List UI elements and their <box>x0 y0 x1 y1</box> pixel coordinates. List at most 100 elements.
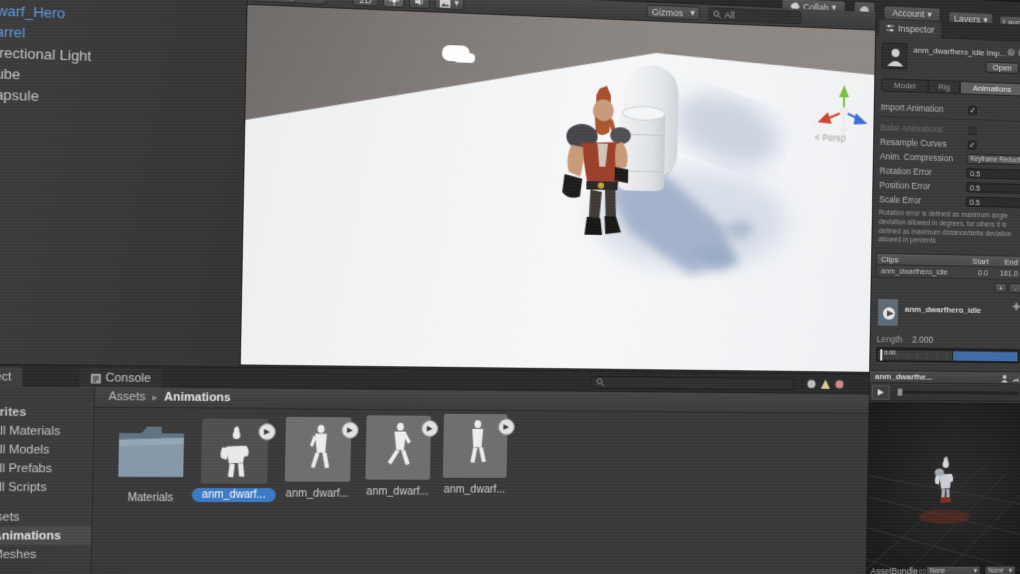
chevron-down-icon: ▾ <box>690 7 695 18</box>
inspector-header-icons: ? <box>1007 48 1020 57</box>
hierarchy-panel: ▾ Untitled* ▾≡ Main Camera ▸Dwarf_Hero ▸… <box>0 0 249 367</box>
play-badge-icon[interactable]: ▶ <box>421 419 439 438</box>
chevron-down-icon: ▾ <box>927 8 932 20</box>
asset-anm-dwarf-1[interactable]: ▶ <box>200 418 277 484</box>
tree-all-prefabs[interactable]: All Prefabs <box>0 459 93 478</box>
asset-thumbnail <box>881 42 908 70</box>
asset-anm-dwarf-2[interactable]: ▶ <box>284 416 359 482</box>
bake-animations-checkbox[interactable] <box>967 125 977 136</box>
info-badge-icon[interactable] <box>807 379 816 389</box>
add-clip-button[interactable]: + <box>994 282 1008 294</box>
scale-error-field[interactable]: 0.5 <box>965 196 1020 209</box>
gizmos-dropdown[interactable]: Gizmos ▾ <box>646 4 701 21</box>
resample-curves-checkbox[interactable]: ✓ <box>967 139 977 150</box>
lighting-toggle[interactable] <box>382 0 405 9</box>
chevron-down-icon: ▾ <box>316 0 321 4</box>
tree-all-materials[interactable]: All Materials <box>0 421 93 441</box>
effects-dropdown[interactable]: ▾ <box>434 0 465 11</box>
dwarf-character[interactable] <box>548 81 655 247</box>
timeline-start-label: 0:00 <box>884 350 896 357</box>
breadcrumb-separator-icon: ▸ <box>152 391 158 403</box>
sun-icon <box>389 0 399 6</box>
gear-icon[interactable] <box>1012 302 1020 310</box>
play-button[interactable]: ▶ <box>871 384 890 400</box>
avatar-icon[interactable] <box>1001 374 1009 383</box>
preview-scrub-slider[interactable] <box>895 388 1019 396</box>
unity-editor-window: ▾ Untitled* ▾≡ Main Camera ▸Dwarf_Hero ▸… <box>0 0 1020 574</box>
length-row: Length 2.000 <box>876 333 934 345</box>
asset-anm-dwarf-3[interactable]: ▶ <box>365 415 439 480</box>
tab-inspector[interactable]: Inspector <box>879 19 942 39</box>
import-animation-checkbox[interactable]: ✓ <box>968 105 978 115</box>
breadcrumb-assets[interactable]: Assets <box>108 390 145 403</box>
timeline-cursor[interactable] <box>880 349 883 361</box>
help-icon[interactable]: ? <box>1007 48 1015 57</box>
console-status-icons <box>807 379 844 389</box>
clip-row[interactable]: anm_dwarfhero_idle 0.0 161.0 <box>875 264 1020 281</box>
tree-meshes[interactable]: ▸ Meshes <box>0 545 91 564</box>
error-badge-icon[interactable] <box>835 380 844 389</box>
image-icon <box>439 0 451 8</box>
warning-badge-icon[interactable] <box>820 379 831 389</box>
audio-toggle[interactable] <box>408 0 431 10</box>
tab-rig[interactable]: Rig <box>928 79 961 95</box>
clip-name: anm_dwarfhero_idle <box>904 304 982 316</box>
scene-search-input[interactable]: All <box>708 7 802 25</box>
inspector-panel: Inspector anm_dwarfhero_idle Import Sett… <box>865 18 1020 574</box>
clip-add-remove: + - <box>994 282 1020 294</box>
clip-timeline[interactable]: 0:00 <box>876 347 1020 364</box>
tree-animations[interactable]: ▸ Animations <box>0 526 92 546</box>
tab-project[interactable]: Project <box>0 366 24 388</box>
asset-anm-dwarf-1-label[interactable]: anm_dwarf... <box>191 487 276 503</box>
distant-mesh <box>441 44 470 62</box>
scrub-handle[interactable] <box>897 388 903 396</box>
shading-mode-dropdown[interactable]: Shaded▾ <box>254 0 327 5</box>
play-badge-icon[interactable]: ▶ <box>258 423 277 441</box>
assetbundle-dropdown[interactable]: None ▾ <box>925 565 981 574</box>
remove-clip-button[interactable]: - <box>1008 282 1020 294</box>
position-error-field[interactable]: 0.5 <box>965 182 1020 194</box>
tree-assets[interactable]: ▾ Assets <box>0 508 92 527</box>
tree-all-scripts[interactable]: All Scripts <box>0 478 92 497</box>
tree-all-models[interactable]: All Models <box>0 440 93 459</box>
project-tree: Create▾ ★ Favorites All Materials All Mo… <box>0 385 96 574</box>
play-badge-icon[interactable]: ▶ <box>497 418 515 436</box>
preview-viewport[interactable]: 0:00 (00.0%) Frame 0 <box>865 401 1020 574</box>
asset-anm-dwarf-4[interactable]: ▶ <box>442 413 515 478</box>
chevron-down-icon: ▾ <box>973 567 977 574</box>
asset-anm-dwarf-3-label[interactable]: anm_dwarf... <box>356 486 438 498</box>
preview-grid <box>866 456 1020 574</box>
rotation-error-field[interactable]: 0.5 <box>966 167 1020 180</box>
import-animation-row: Import Animation ✓ <box>880 101 978 115</box>
console-icon <box>90 373 102 384</box>
tilted-screen: ▾ Untitled* ▾≡ Main Camera ▸Dwarf_Hero ▸… <box>0 0 1020 574</box>
assetbundle-row: AssetBundle None ▾ None ▾ <box>870 564 1017 574</box>
tree-favorites[interactable]: ★ Favorites <box>0 402 94 422</box>
open-button[interactable]: Open <box>985 61 1019 75</box>
asset-anm-dwarf-2-label[interactable]: anm_dwarf... <box>276 488 359 500</box>
chevron-down-icon: ▾ <box>1008 567 1012 574</box>
asset-anm-dwarf-4-label[interactable]: anm_dwarf... <box>434 484 515 496</box>
clip-icon <box>876 297 900 327</box>
speed-icon[interactable] <box>1012 374 1020 382</box>
chevron-down-icon: ▾ <box>454 0 460 9</box>
create-dropdown[interactable]: Create▾ <box>0 385 94 403</box>
capsule-shadow <box>667 81 788 178</box>
breadcrumb-animations[interactable]: Animations <box>164 391 231 405</box>
tab-model[interactable]: Model <box>881 78 929 94</box>
speaker-icon <box>414 0 425 7</box>
position-error-row: Position Error 0.5 <box>879 179 1020 195</box>
rotation-error-row: Rotation Error 0.5 <box>879 164 1020 180</box>
preview-header[interactable]: anm_dwarfhe... <box>869 369 1020 385</box>
console-search-input[interactable] <box>589 375 795 391</box>
materials-folder-icon[interactable] <box>116 422 186 479</box>
materials-folder-label[interactable]: Materials <box>108 492 193 504</box>
timeline-selection[interactable] <box>952 351 1018 362</box>
2d-toggle[interactable]: 2D <box>352 0 379 7</box>
tab-console[interactable]: Console <box>79 368 163 389</box>
tab-animations[interactable]: Animations <box>959 80 1020 97</box>
scene-view[interactable]: x z < Persp <box>240 4 876 372</box>
play-badge-icon[interactable]: ▶ <box>341 421 359 439</box>
anim-compression-dropdown[interactable]: Keyframe Reduction▾ <box>966 153 1020 166</box>
assetbundle-variant-dropdown[interactable]: None ▾ <box>984 565 1016 574</box>
